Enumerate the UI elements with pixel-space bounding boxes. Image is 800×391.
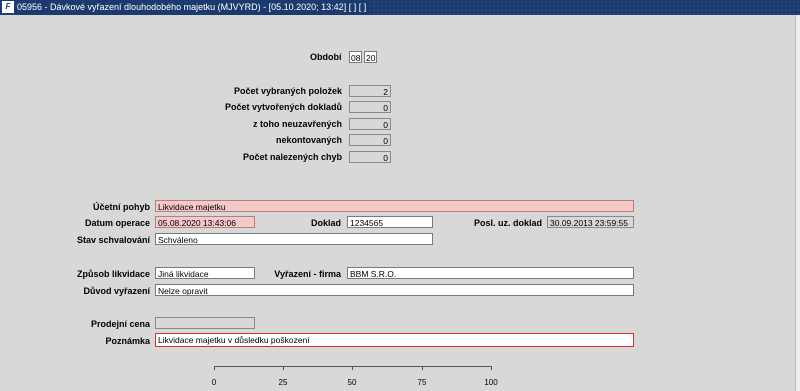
progress-tick — [283, 366, 284, 370]
stav-schvalovani-label: Stav schvalování — [76, 235, 150, 245]
prodejni-cena-field — [155, 317, 255, 329]
unposted-label: nekontovaných — [275, 135, 342, 145]
datum-operace-field[interactable]: 05.08.2020 13:43:06 — [155, 216, 255, 228]
errors-field: 0 — [349, 151, 391, 163]
unposted-field: 0 — [349, 134, 391, 146]
created-docs-label: Počet vytvořených dokladů — [224, 102, 342, 112]
progress-tick — [491, 366, 492, 370]
progress-tick-label: 75 — [417, 378, 427, 387]
progress-tick-label: 50 — [347, 378, 357, 387]
errors-label: Počet nalezených chyb — [242, 152, 342, 162]
zpusob-likvidace-field[interactable]: Jiná likvidace — [155, 267, 255, 279]
posl-doklad-field: 30.09.2013 23:59:55 — [547, 216, 634, 228]
period-year-input[interactable]: 20 — [364, 51, 377, 63]
zpusob-likvidace-label: Způsob likvidace — [76, 269, 150, 279]
ucetni-pohyb-field[interactable]: Likvidace majetku — [155, 200, 634, 212]
progress-tick-label: 25 — [278, 378, 288, 387]
posl-doklad-label: Posl. uz. doklad — [473, 218, 542, 228]
duvod-vyrazeni-field[interactable]: Nelze opravit — [155, 284, 634, 296]
unclosed-label: z toho neuzavřených — [252, 119, 342, 129]
doklad-label: Doklad — [310, 218, 341, 228]
ucetni-pohyb-label: Účetní pohyb — [92, 202, 150, 212]
progress-tick — [422, 366, 423, 370]
vyrazeni-firma-field[interactable]: BBM S.R.O. — [347, 267, 634, 279]
selected-items-field: 2 — [349, 85, 391, 97]
prodejni-cena-label: Prodejní cena — [90, 319, 150, 329]
progress-axis — [214, 366, 492, 367]
vyrazeni-firma-label: Vyřazení - firma — [274, 269, 341, 279]
progress-tick-label: 100 — [484, 378, 498, 387]
datum-operace-label: Datum operace — [84, 218, 150, 228]
duvod-vyrazeni-label: Důvod vyřazení — [83, 286, 150, 296]
progress-tick-label: 0 — [211, 378, 217, 387]
progress-tick — [352, 366, 353, 370]
progress-scale: 0 25 50 75 100 — [211, 366, 498, 387]
doklad-field[interactable]: 1234565 — [347, 216, 433, 228]
period-label: Období — [310, 52, 342, 62]
unclosed-field: 0 — [349, 118, 391, 130]
created-docs-field: 0 — [349, 101, 391, 113]
poznamka-field[interactable]: Likvidace majetku v důsledku poškození — [155, 333, 634, 347]
poznamka-label: Poznámka — [105, 336, 150, 346]
stav-schvalovani-field[interactable]: Schváleno — [155, 233, 433, 245]
selected-items-label: Počet vybraných položek — [233, 86, 342, 96]
window-title: 05956 - Dávkové vyřazení dlouhodobého ma… — [17, 0, 371, 15]
app-logo-icon: F — [2, 1, 14, 13]
vertical-scrollbar[interactable] — [795, 15, 800, 391]
progress-tick — [214, 366, 215, 370]
title-bar: F 05956 - Dávkové vyřazení dlouhodobého … — [0, 0, 800, 15]
period-month-input[interactable]: 08 — [349, 51, 362, 63]
